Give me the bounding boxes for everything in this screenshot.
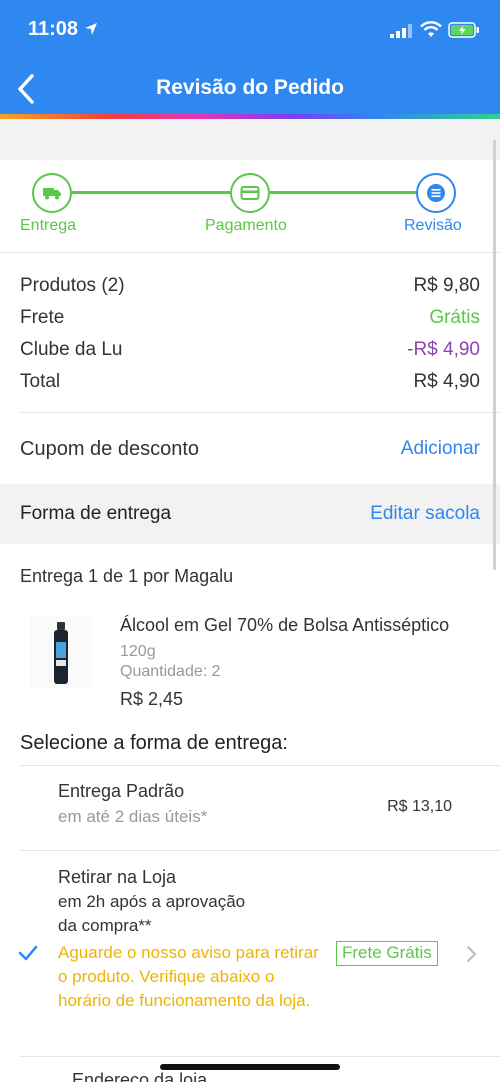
stepper-line-2: [270, 191, 416, 194]
edit-bag-link[interactable]: Editar sacola: [370, 503, 480, 525]
product-quantity: Quantidade: 2: [120, 663, 221, 680]
status-bar: 11:08: [0, 0, 500, 60]
store-address-title: Endereço da loja: [72, 1070, 208, 1082]
wifi-icon: [420, 21, 442, 37]
product-price: R$ 2,45: [120, 689, 184, 709]
option-pickup-time-cont: da compra**: [58, 916, 152, 935]
summary-shipping-value: Grátis: [429, 307, 480, 328]
summary-products-label: Produtos (2): [20, 275, 125, 296]
summary-club-value: -R$ 4,90: [407, 339, 480, 360]
step-label-entrega: Entrega: [20, 217, 77, 234]
summary-total-label: Total: [20, 371, 61, 392]
header-spacer: [0, 119, 500, 160]
summary-club-label: Clube da Lu: [20, 339, 123, 360]
free-shipping-badge: Frete Grátis: [336, 941, 438, 966]
product-size: 120g: [120, 643, 156, 660]
option-standard-title: Entrega Padrão: [58, 781, 185, 801]
step-label-pagamento: Pagamento: [205, 217, 287, 234]
location-arrow-icon: [85, 23, 97, 35]
home-indicator[interactable]: [160, 1064, 340, 1070]
delivery-section-title: Forma de entrega: [20, 503, 172, 524]
delivery-option-standard[interactable]: Entrega Padrão em até 2 dias úteis* R$ 1…: [0, 766, 500, 850]
divider: [0, 252, 500, 253]
divider: [20, 412, 500, 413]
page-title: Revisão do Pedido: [156, 76, 344, 99]
step-label-revisao: Revisão: [404, 217, 462, 234]
selected-check-icon: [18, 945, 38, 961]
add-coupon-link[interactable]: Adicionar: [401, 438, 480, 460]
shipment-header: Entrega 1 de 1 por Magalu: [20, 566, 233, 587]
pickup-notice: Aguarde o nosso aviso para retirar o pro…: [58, 943, 319, 1010]
option-standard-subtitle: em até 2 dias úteis*: [58, 807, 208, 826]
step-pagamento[interactable]: [230, 173, 270, 213]
chevron-right-icon[interactable]: [465, 944, 477, 964]
list-icon: [427, 184, 445, 202]
option-standard-price: R$ 13,10: [387, 798, 452, 815]
checkout-stepper: Entrega Pagamento Revisão: [0, 160, 500, 252]
status-time: 11:08: [28, 18, 79, 40]
card-icon: [240, 186, 260, 200]
summary-total-value: R$ 4,90: [413, 371, 480, 392]
option-pickup-title: Retirar na Loja: [58, 867, 177, 887]
truck-icon: [43, 188, 61, 200]
shipment-seller: por Magalu: [138, 566, 234, 586]
product-image: [30, 616, 92, 688]
scrollbar[interactable]: [493, 140, 496, 570]
step-entrega[interactable]: [32, 173, 72, 213]
delivery-section-header: Forma de entrega Editar sacola: [0, 484, 500, 544]
summary-products-value: R$ 9,80: [413, 275, 480, 296]
product-name: Álcool em Gel 70% de Bolsa Antisséptico: [120, 615, 450, 635]
step-revisao[interactable]: [416, 173, 456, 213]
app-header: 11:08 Revisão do Pedido: [0, 0, 500, 114]
option-pickup-time: em 2h após a aprovação: [58, 892, 246, 911]
cellular-signal-icon: [390, 24, 412, 38]
divider: [20, 1056, 500, 1057]
delivery-options-title: Selecione a forma de entrega:: [20, 732, 288, 754]
coupon-label: Cupom de desconto: [20, 438, 200, 460]
battery-charging-icon: [448, 22, 479, 38]
stepper-line-1: [72, 191, 230, 194]
summary-shipping-label: Frete: [20, 307, 65, 328]
shipment-count: Entrega 1 de 1: [20, 566, 139, 586]
